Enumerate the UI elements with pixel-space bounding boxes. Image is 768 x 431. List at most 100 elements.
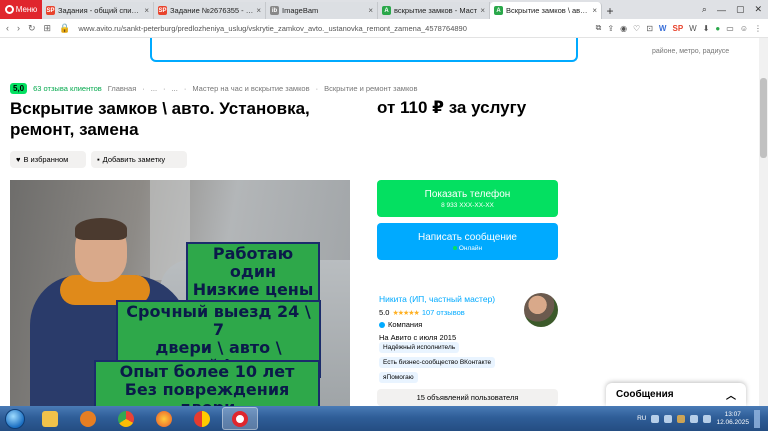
url-field[interactable]: www.avito.ru/sankt-peterburg/predlozheni… <box>78 24 587 33</box>
breadcrumb-item[interactable]: ... <box>151 84 157 93</box>
show-desktop-button[interactable] <box>754 409 760 428</box>
browser-tab[interactable]: SP Задание №2676355 - про × <box>154 2 266 19</box>
seller-type: Компания <box>379 320 539 329</box>
start-button[interactable] <box>0 406 30 431</box>
scrollbar[interactable] <box>759 38 768 406</box>
extension-green-icon[interactable]: ● <box>715 24 720 33</box>
tray-app-icon[interactable] <box>664 414 673 423</box>
seller-tag[interactable]: яПомогаю <box>379 372 418 383</box>
write-message-label: Написать сообщение <box>417 231 517 243</box>
language-indicator[interactable]: RU <box>637 415 646 422</box>
browser-tab-active[interactable]: A Вскрытие замков \ авто. × <box>490 2 602 19</box>
wallet-icon[interactable]: ▭ <box>726 24 734 33</box>
clock[interactable]: 13:07 12.06.2025 <box>716 411 749 427</box>
share-icon[interactable]: ⇪ <box>607 24 614 33</box>
favorites-button[interactable]: ♥ В избранном <box>10 151 86 168</box>
seller-since: На Авито с июля 2015 <box>379 333 457 342</box>
extension-sp-icon[interactable]: SP <box>672 24 683 33</box>
note-icon: ▪ <box>97 155 100 164</box>
help-icon[interactable] <box>651 414 660 423</box>
add-note-button[interactable]: ▪ Добавить заметку <box>91 151 187 168</box>
show-phone-label: Показать телефон <box>424 188 511 200</box>
heart-icon: ♥ <box>16 155 21 164</box>
clock-date: 12.06.2025 <box>716 418 749 426</box>
windows-taskbar: RU 13:07 12.06.2025 <box>0 406 768 431</box>
extension-w-icon[interactable]: W <box>659 24 667 33</box>
seller-name[interactable]: Никита (ИП, частный мастер) <box>379 294 539 304</box>
more-icon[interactable]: ⋮ <box>754 24 762 33</box>
reload-icon[interactable]: ↻ <box>28 23 36 34</box>
minimize-icon[interactable]: — <box>717 5 726 15</box>
forward-icon[interactable]: › <box>17 23 20 33</box>
tab-title: Вскрытие замков \ авто. <box>506 6 590 15</box>
show-phone-button[interactable]: Показать телефон 8 933 XXX-XX-XX <box>377 180 558 217</box>
maximize-icon[interactable]: ▢ <box>736 4 745 15</box>
taskbar-opera[interactable] <box>222 407 258 430</box>
location-filter-text[interactable]: районе, метро, радиусе <box>652 48 729 55</box>
network-icon[interactable] <box>690 414 699 423</box>
firefox-icon <box>156 410 172 427</box>
browser-tab[interactable]: A вскрытие замков - Маст × <box>378 2 490 19</box>
close-tab-icon[interactable]: × <box>256 6 261 15</box>
camera-icon[interactable]: ◉ <box>620 24 627 33</box>
taskbar-firefox[interactable] <box>146 407 182 430</box>
seller-tag[interactable]: Надёжный исполнитель <box>379 342 460 353</box>
breadcrumb-item[interactable]: ... <box>172 84 178 93</box>
close-tab-icon[interactable]: × <box>144 6 149 15</box>
favicon-icon: SP <box>46 6 55 15</box>
snapshot-icon[interactable]: ⧉ <box>596 23 602 33</box>
volume-icon[interactable] <box>703 414 712 423</box>
online-status: Онлайн <box>452 245 482 252</box>
profile-icon[interactable]: ☺ <box>740 24 748 33</box>
system-tray: RU 13:07 12.06.2025 <box>637 409 768 428</box>
browser-tab[interactable]: ib ImageBam × <box>266 2 378 19</box>
taskbar-yandex[interactable] <box>184 407 220 430</box>
tab-title: вскрытие замков - Маст <box>394 6 478 15</box>
page-title: Вскрытие замков \ авто. Установка, ремон… <box>10 99 310 139</box>
seller-reviews-link[interactable]: 107 отзывов <box>422 308 465 317</box>
seller-rating: 5.0 ★★★★★ 107 отзывов <box>379 308 539 317</box>
photo-hair <box>75 218 127 240</box>
avatar[interactable] <box>524 293 558 327</box>
tray-warning-icon[interactable] <box>677 414 686 423</box>
browser-tab-bar: Меню SP Задания - общий список × SP Зада… <box>0 0 768 19</box>
taskbar-explorer[interactable] <box>32 407 68 430</box>
back-icon[interactable]: ‹ <box>6 23 9 33</box>
scrollbar-thumb[interactable] <box>760 78 767 158</box>
listing-photo[interactable]: Работаю один Низкие цены Срочный выезд 2… <box>10 180 350 406</box>
phone-number-masked: 8 933 XXX-XX-XX <box>441 201 494 209</box>
search-icon[interactable]: ⌕ <box>702 4 707 15</box>
opera-icon <box>232 410 248 427</box>
breadcrumb-item[interactable]: Вскрытие и ремонт замков <box>324 84 417 93</box>
taskbar-media-player[interactable] <box>70 407 106 430</box>
reviews-link[interactable]: 63 отзыва клиентов <box>33 84 102 93</box>
seller-rating-value: 5.0 <box>379 308 390 317</box>
close-tab-icon[interactable]: × <box>592 6 597 15</box>
extensions-icon[interactable]: ⊡ <box>646 24 653 33</box>
breadcrumb-item[interactable]: Главная <box>108 84 137 93</box>
browser-tab[interactable]: SP Задания - общий список × <box>42 2 154 19</box>
close-tab-icon[interactable]: × <box>480 6 485 15</box>
extension-w2-icon[interactable]: W <box>689 24 697 33</box>
tiles-icon[interactable]: ⊞ <box>44 23 52 34</box>
tab-title: ImageBam <box>282 6 319 15</box>
close-tab-icon[interactable]: × <box>368 6 373 15</box>
photo-caption-line: Без повреждения двери <box>124 380 290 407</box>
seller-tag[interactable]: Есть бизнес-сообщество ВКонтакте <box>379 357 496 368</box>
breadcrumb: 5,0 63 отзыва клиентов Главная · ... · .… <box>10 83 417 94</box>
bookmark-icon[interactable]: ♡ <box>633 24 640 33</box>
breadcrumb-item[interactable]: Мастер на час и вскрытие замков <box>192 84 309 93</box>
new-tab-button[interactable]: + <box>602 2 618 19</box>
download-icon[interactable]: ⬇ <box>703 24 710 33</box>
breadcrumb-separator: · <box>315 84 319 93</box>
write-message-button[interactable]: Написать сообщение Онлайн <box>377 223 558 260</box>
taskbar-chrome[interactable] <box>108 407 144 430</box>
chevron-up-icon[interactable]: ︿ <box>726 387 736 402</box>
close-window-icon[interactable]: ✕ <box>754 4 762 15</box>
search-bar[interactable] <box>150 38 578 62</box>
opera-menu-button[interactable]: Меню <box>0 0 42 19</box>
messages-panel[interactable]: Сообщения ︿ <box>606 383 746 406</box>
user-listings-button[interactable]: 15 объявлений пользователя <box>377 389 558 406</box>
favicon-icon: A <box>382 6 391 15</box>
favicon-icon: A <box>494 6 503 15</box>
